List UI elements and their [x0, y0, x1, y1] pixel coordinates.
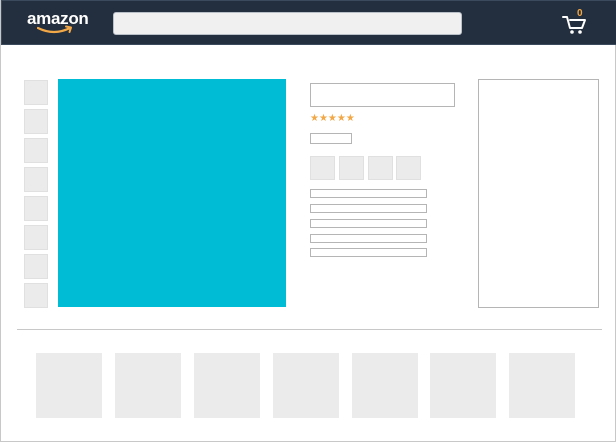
product-thumbnail[interactable]	[24, 254, 48, 279]
related-product-card[interactable]	[194, 353, 260, 418]
product-option-swatch[interactable]	[310, 156, 335, 180]
search-input[interactable]	[113, 12, 462, 35]
feature-bullet-placeholder	[310, 248, 427, 257]
product-thumbnail[interactable]	[24, 196, 48, 221]
product-thumbnail[interactable]	[24, 167, 48, 192]
product-thumbnail[interactable]	[24, 225, 48, 250]
feature-bullet-placeholder	[310, 204, 427, 213]
price-placeholder	[310, 133, 352, 144]
product-option-swatch[interactable]	[396, 156, 421, 180]
top-nav-bar: amazon 0	[1, 0, 616, 45]
feature-bullet-placeholder	[310, 234, 427, 243]
amazon-logo[interactable]: amazon	[27, 10, 91, 36]
product-option-swatch[interactable]	[368, 156, 393, 180]
feature-bullet-placeholder	[310, 189, 427, 198]
page-frame: amazon 0 ★★★★★	[0, 0, 616, 442]
product-title-placeholder	[310, 83, 455, 107]
product-thumbnail[interactable]	[24, 138, 48, 163]
section-divider	[17, 329, 602, 330]
main-product-image[interactable]	[58, 79, 286, 307]
product-thumbnail[interactable]	[24, 283, 48, 308]
product-option-swatch[interactable]	[339, 156, 364, 180]
related-product-card[interactable]	[36, 353, 102, 418]
related-product-card[interactable]	[115, 353, 181, 418]
cart-button[interactable]: 0	[562, 9, 592, 36]
star-rating[interactable]: ★★★★★	[310, 113, 355, 125]
buy-box-panel	[478, 79, 599, 308]
shopping-cart-icon	[562, 16, 586, 34]
product-thumbnail[interactable]	[24, 80, 48, 105]
product-thumbnail[interactable]	[24, 109, 48, 134]
related-product-card[interactable]	[352, 353, 418, 418]
feature-bullet-placeholder	[310, 219, 427, 228]
amazon-smile-icon	[37, 25, 72, 34]
related-product-card[interactable]	[273, 353, 339, 418]
related-product-card[interactable]	[509, 353, 575, 418]
related-product-card[interactable]	[430, 353, 496, 418]
